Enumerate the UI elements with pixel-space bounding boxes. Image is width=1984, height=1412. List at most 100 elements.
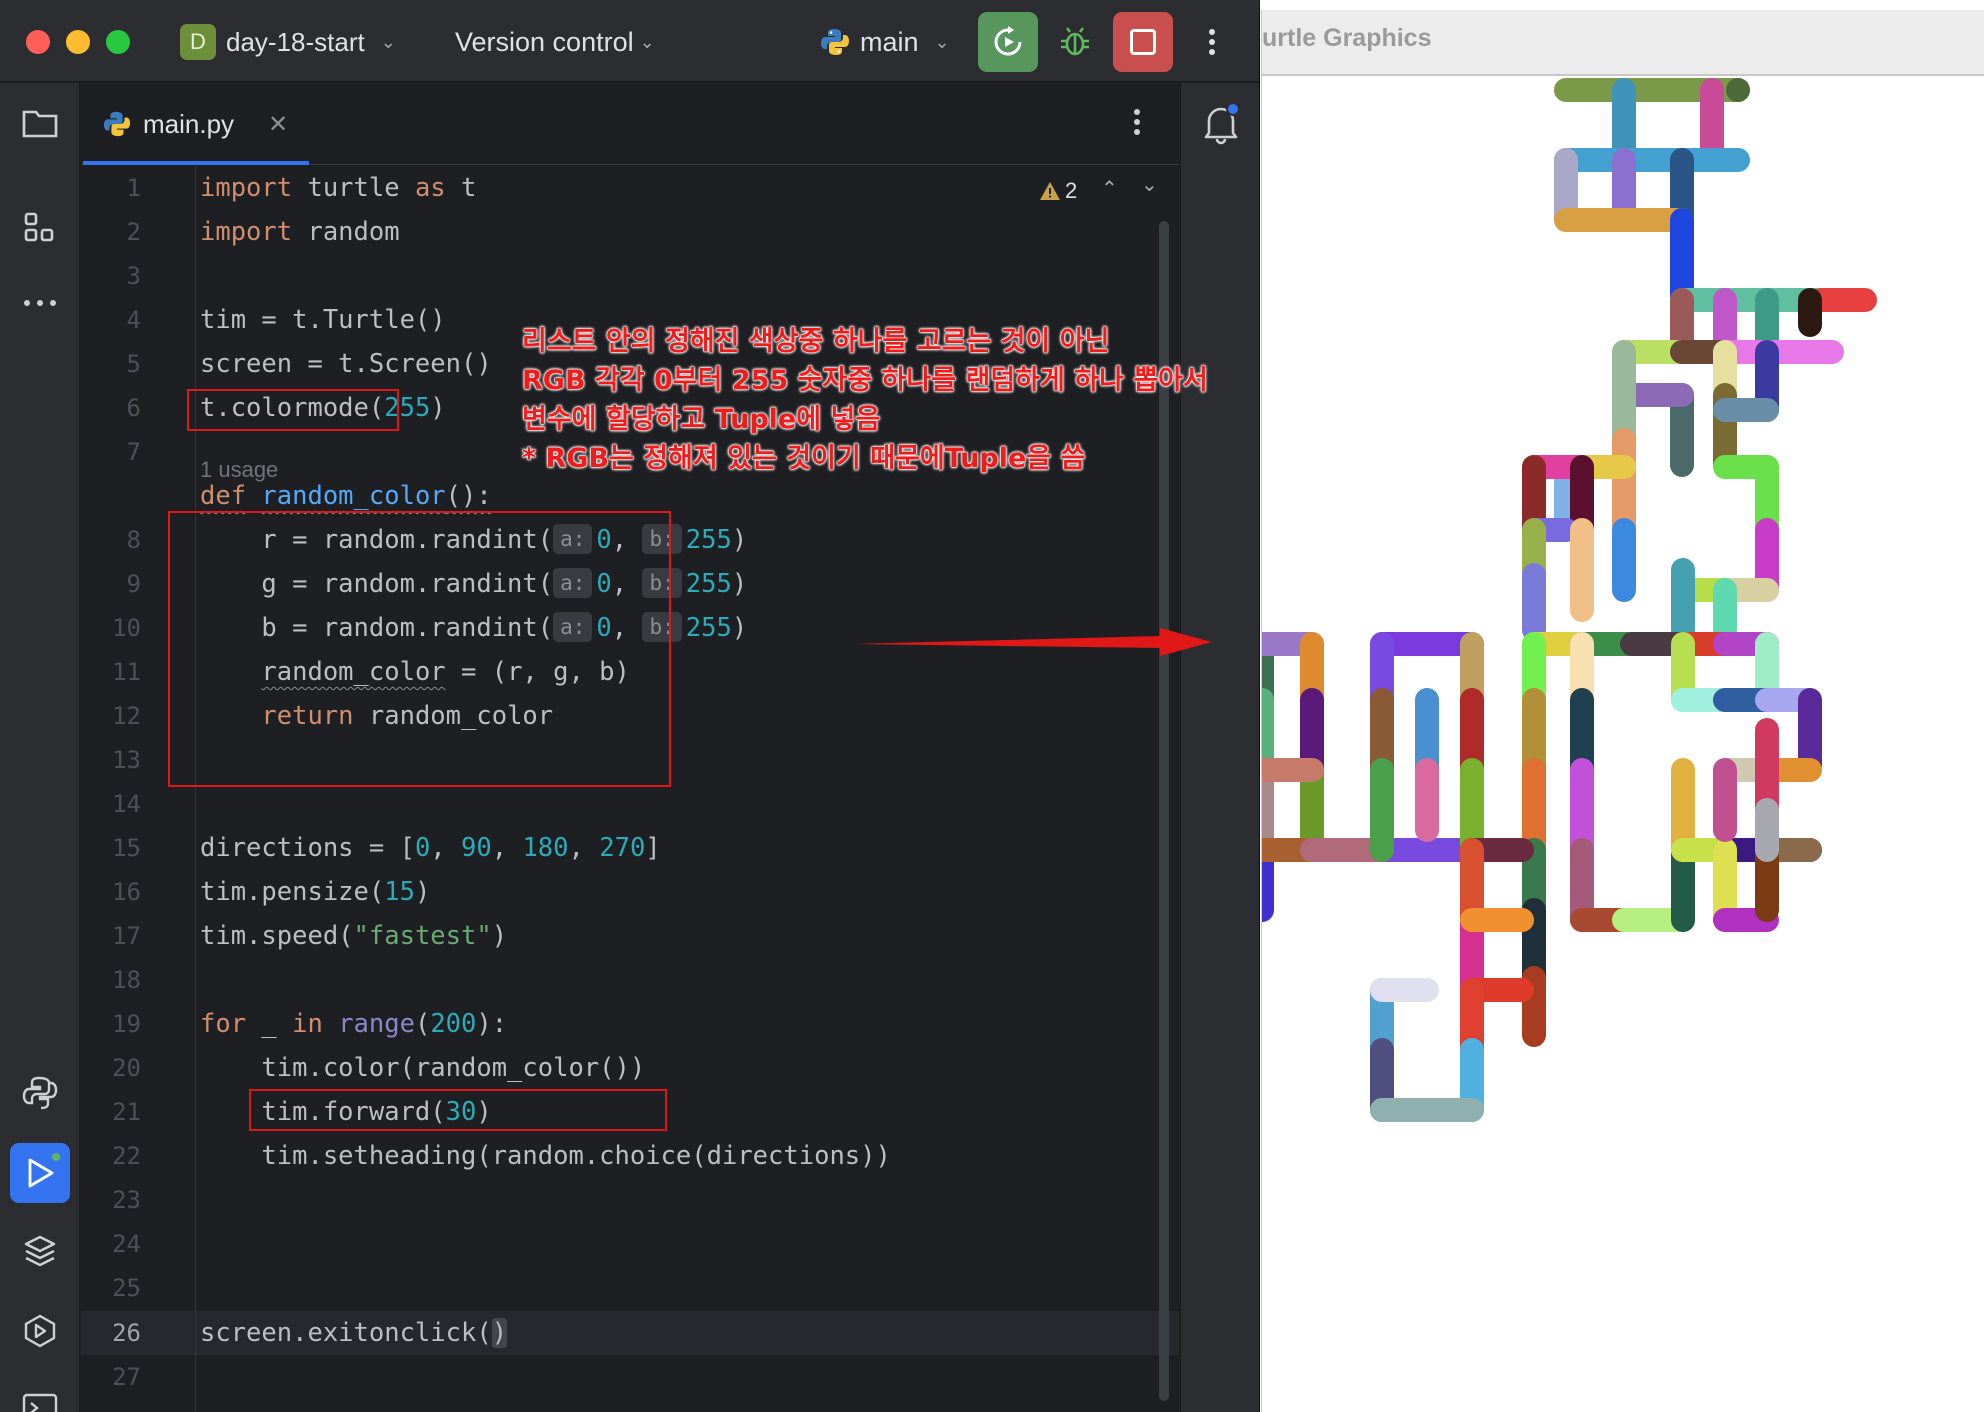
annotation-line-3: 변수에 할당하고 Tuple에 넣음 bbox=[522, 404, 881, 436]
code-line: tim.pensize(15) bbox=[200, 877, 431, 907]
line-number: 25 bbox=[112, 1274, 141, 1302]
more-vertical-icon bbox=[1209, 29, 1215, 55]
layers-tool-button[interactable] bbox=[20, 1231, 60, 1271]
more-tools-button[interactable] bbox=[20, 283, 60, 323]
line-number: 4 bbox=[126, 306, 141, 334]
line-number: 18 bbox=[112, 966, 141, 994]
rerun-button[interactable] bbox=[978, 12, 1038, 72]
folder-icon bbox=[22, 110, 58, 138]
line-number: 22 bbox=[112, 1142, 141, 1170]
next-problem-icon[interactable]: ⌄ bbox=[1141, 172, 1158, 196]
code-line: tim = t.Turtle() bbox=[200, 305, 446, 335]
minimize-window-button[interactable] bbox=[66, 30, 90, 54]
notifications-button[interactable] bbox=[1201, 101, 1241, 145]
services-icon bbox=[24, 1314, 56, 1348]
title-bar: D day-18-start ⌄ Version control ⌄ main … bbox=[0, 0, 1259, 82]
chevron-down-icon: ⌄ bbox=[934, 31, 950, 53]
turtle-graphics-window: urtle Graphics bbox=[1261, 10, 1984, 1412]
python-console-button[interactable] bbox=[20, 1073, 60, 1113]
structure-tool-button[interactable] bbox=[20, 208, 60, 248]
project-switcher[interactable]: D day-18-start ⌄ bbox=[180, 20, 396, 64]
line-number: 14 bbox=[112, 790, 141, 818]
tab-main-py[interactable]: main.py ✕ bbox=[103, 103, 288, 145]
line-number: 17 bbox=[112, 922, 141, 950]
random-walk-drawing bbox=[1262, 78, 1877, 1122]
inspection-widget[interactable]: 2 bbox=[1039, 176, 1077, 206]
running-indicator bbox=[50, 1151, 62, 1163]
annotation-line-2: RGB 각각 0부터 255 숫자중 하나를 랜덤하게 하나 뽑아서 bbox=[522, 365, 1208, 397]
code-line: directions = [0, 90, 180, 270] bbox=[200, 833, 661, 863]
ide-window: D day-18-start ⌄ Version control ⌄ main … bbox=[0, 0, 1260, 1412]
python-console-icon bbox=[22, 1076, 58, 1110]
code-line: tim.color(random_color()) bbox=[200, 1053, 646, 1083]
line-number: 13 bbox=[112, 746, 141, 774]
code-line: for _ in range(200): bbox=[200, 1009, 508, 1039]
python-file-icon bbox=[103, 111, 131, 137]
close-window-button[interactable] bbox=[26, 30, 50, 54]
line-number: 24 bbox=[112, 1230, 141, 1258]
code-line: screen.exitonclick() bbox=[200, 1318, 508, 1348]
turtle-window-title: urtle Graphics bbox=[1262, 24, 1432, 52]
debug-button[interactable] bbox=[1045, 12, 1105, 72]
gutter-separator bbox=[195, 166, 196, 1412]
terminal-tool-button[interactable] bbox=[20, 1388, 60, 1412]
line-number: 1 bbox=[126, 174, 141, 202]
annotation-arrow bbox=[853, 628, 1212, 656]
line-number: 20 bbox=[112, 1054, 141, 1082]
line-number: 8 bbox=[126, 526, 141, 554]
line-number: 12 bbox=[112, 702, 141, 730]
version-control-menu[interactable]: Version control ⌄ bbox=[455, 20, 655, 64]
python-icon bbox=[821, 29, 849, 55]
turtle-canvas[interactable] bbox=[1262, 78, 1984, 1412]
annotation-line-1: 리스트 안의 정해진 색상중 하나를 고르는 것이 아닌 bbox=[522, 326, 1110, 358]
code-line: tim.setheading(random.choice(directions)… bbox=[200, 1141, 891, 1171]
line-number: 3 bbox=[126, 262, 141, 290]
bell-icon bbox=[1204, 102, 1240, 145]
services-tool-button[interactable] bbox=[20, 1311, 60, 1351]
line-number: 9 bbox=[126, 570, 141, 598]
line-number: 6 bbox=[126, 394, 141, 422]
close-tab-icon[interactable]: ✕ bbox=[268, 110, 288, 139]
line-number: 16 bbox=[112, 878, 141, 906]
project-tool-button[interactable] bbox=[20, 103, 60, 143]
stop-icon bbox=[1130, 29, 1156, 55]
highlight-box-colormode bbox=[187, 389, 399, 431]
project-name: day-18-start bbox=[226, 26, 365, 57]
layers-icon bbox=[24, 1235, 56, 1267]
line-number: 21 bbox=[112, 1098, 141, 1126]
right-tool-strip bbox=[1180, 83, 1259, 1412]
line-number: 19 bbox=[112, 1010, 141, 1038]
chevron-down-icon: ⌄ bbox=[639, 31, 655, 53]
editor-tab-bar: main.py ✕ bbox=[81, 83, 1179, 165]
highlight-box-color-call bbox=[249, 1089, 667, 1131]
annotation-line-4: * RGB는 정해져 있는 것이기 때문에Tuple을 씀 bbox=[522, 443, 1086, 475]
turtle-title-bar: urtle Graphics bbox=[1262, 10, 1984, 76]
tab-label: main.py bbox=[143, 108, 235, 139]
line-number: 26 bbox=[112, 1319, 141, 1347]
line-number: 2 bbox=[126, 218, 141, 246]
chevron-down-icon: ⌄ bbox=[380, 31, 396, 52]
left-tool-strip bbox=[0, 83, 80, 1412]
code-line: tim.speed("fastest") bbox=[200, 921, 508, 951]
line-number: 23 bbox=[112, 1186, 141, 1214]
zoom-window-button[interactable] bbox=[106, 30, 130, 54]
project-badge: D bbox=[180, 24, 216, 60]
code-line: import turtle as t bbox=[200, 173, 477, 203]
run-config-selector[interactable]: main ⌄ bbox=[820, 20, 950, 64]
warning-icon bbox=[1040, 182, 1060, 200]
stop-button[interactable] bbox=[1113, 12, 1173, 72]
terminal-icon bbox=[22, 1393, 58, 1412]
previous-problem-icon[interactable]: ⌃ bbox=[1101, 176, 1118, 200]
line-number: 27 bbox=[112, 1363, 141, 1391]
line-number: 5 bbox=[126, 350, 141, 378]
tab-options-button[interactable] bbox=[1133, 107, 1141, 141]
active-tab-indicator bbox=[83, 161, 309, 165]
branch-label: main bbox=[860, 26, 919, 57]
line-number: 10 bbox=[112, 614, 141, 642]
line-number: 7 bbox=[126, 438, 141, 466]
line-number: 11 bbox=[112, 658, 141, 686]
run-tool-button[interactable] bbox=[10, 1143, 70, 1203]
bug-icon bbox=[1061, 27, 1089, 56]
more-menu-button[interactable] bbox=[1182, 12, 1242, 72]
line-number: 15 bbox=[112, 834, 141, 862]
